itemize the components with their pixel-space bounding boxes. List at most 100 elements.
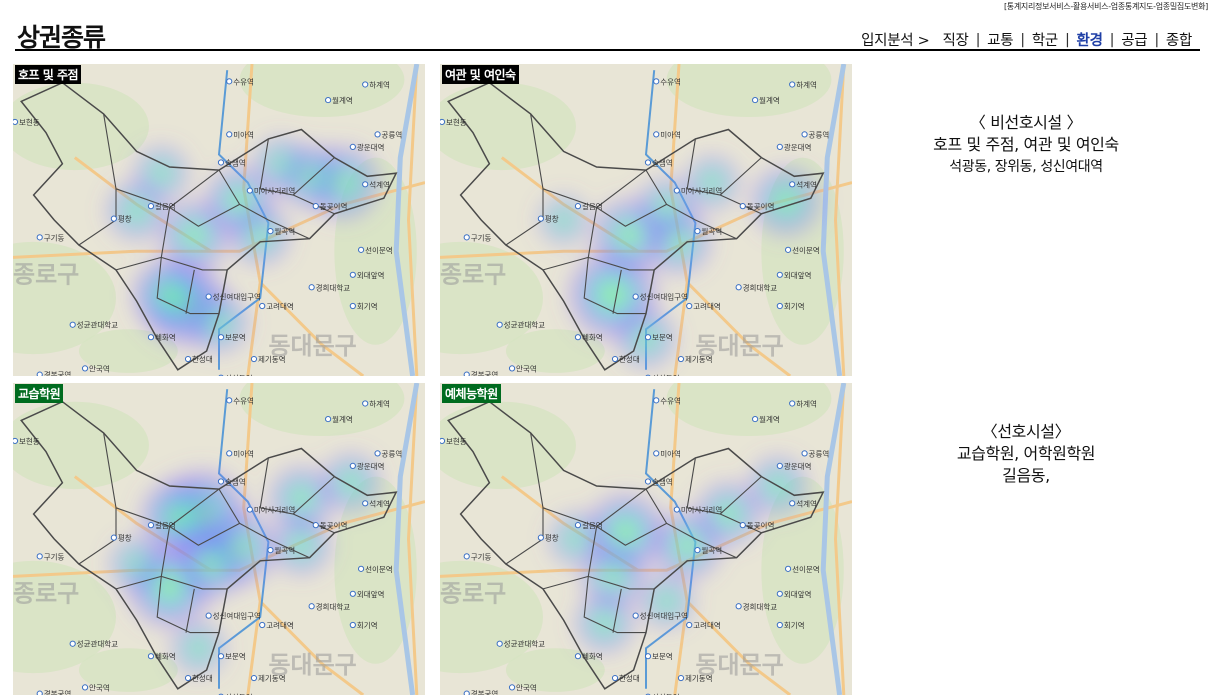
nav-item-environment[interactable]: 환경 [1070, 29, 1110, 50]
station-marker [326, 97, 331, 102]
place-label: 성신여대입구역 [213, 292, 261, 302]
place-label: 솔샘역 [225, 157, 246, 167]
place-label: 하계역 [369, 79, 390, 89]
place-label: 솔샘역 [652, 476, 673, 486]
place-label: 제기동역 [258, 673, 286, 683]
place-label: 미아사거리역 [681, 186, 722, 196]
place-label: 수유역 [660, 395, 681, 405]
place-label: 선이문역 [365, 564, 393, 574]
station-marker [37, 554, 42, 559]
place-label: 보현동 [446, 437, 467, 446]
station-marker [645, 654, 650, 659]
station-marker [218, 654, 223, 659]
map-canvas: 종로구동대문구수유역미아역솔샘역미아사거리역길음역월곡역성신여대입구역고려대역보… [13, 64, 425, 376]
place-label: 한성대 [192, 355, 213, 364]
place-label: 성균관대학교 [504, 320, 545, 330]
station-marker [227, 398, 232, 403]
station-marker [260, 622, 265, 627]
map-canvas: 종로구동대문구수유역미아역솔샘역미아사거리역길음역월곡역성신여대입구역고려대역보… [440, 383, 852, 695]
place-label: 돌곶이역 [747, 520, 775, 530]
place-label: 성신여대입구역 [640, 611, 688, 621]
station-marker [350, 144, 355, 149]
place-label: 한성대 [619, 355, 640, 364]
station-marker [111, 216, 116, 221]
place-label: 석계역 [796, 179, 817, 189]
place-label: 공릉역 [809, 129, 830, 139]
nav-item-school[interactable]: 학군 [1025, 29, 1065, 50]
place-label: 외대앞역 [784, 270, 812, 280]
place-label: 외대앞역 [784, 589, 812, 599]
station-marker [790, 401, 795, 406]
station-marker [350, 591, 355, 596]
place-label: 회기역 [784, 301, 805, 311]
station-marker [645, 479, 650, 484]
nav-item-overall[interactable]: 종합 [1159, 29, 1199, 50]
station-marker [309, 604, 314, 609]
station-marker [268, 229, 273, 234]
place-label: 솔샘역 [652, 157, 673, 167]
place-label: 혜화역 [155, 651, 176, 661]
station-marker [363, 82, 368, 87]
map-label: 호프 및 주점 [15, 65, 81, 84]
place-label: 미아사거리역 [254, 505, 295, 515]
station-marker [753, 97, 758, 102]
place-label: 보현동 [19, 437, 40, 446]
place-label: 안국역 [89, 363, 110, 373]
place-label: 길음역 [582, 201, 603, 211]
place-label: 보현동 [446, 118, 467, 127]
nav-item-supply[interactable]: 공급 [1114, 29, 1154, 50]
nav-item-work[interactable]: 직장 [935, 29, 975, 50]
density-blob [105, 532, 169, 596]
place-label: 미아사거리역 [681, 505, 722, 515]
place-label: 공릉역 [809, 448, 830, 458]
station-marker [777, 622, 782, 627]
place-label: 외대앞역 [357, 270, 385, 280]
place-label: 미아역 [660, 129, 681, 139]
place-label: 고려대역 [693, 301, 721, 311]
place-label: 미아사거리역 [254, 186, 295, 196]
place-label: 제기동역 [685, 354, 713, 364]
place-label: 길음역 [155, 201, 176, 211]
station-marker [695, 229, 700, 234]
station-marker [464, 372, 469, 376]
heatmap-arts-sports-academy: 종로구동대문구수유역미아역솔샘역미아사거리역길음역월곡역성신여대입구역고려대역보… [440, 383, 852, 695]
place-label: 경복궁역 [44, 370, 72, 376]
station-marker [375, 451, 380, 456]
place-label: 월곡역 [701, 545, 722, 555]
station-marker [736, 285, 741, 290]
place-label: 보문역 [652, 332, 673, 342]
station-marker [695, 548, 700, 553]
density-blob [130, 141, 194, 205]
place-label: 신설동역 [652, 373, 680, 376]
place-label: 월곡역 [701, 226, 722, 236]
map-label: 예체능학원 [442, 384, 501, 403]
place-label: 회기역 [357, 620, 378, 630]
station-marker [612, 675, 617, 680]
station-marker [185, 356, 190, 361]
station-marker [654, 79, 659, 84]
desc-line: 호프 및 주점, 여관 및 여인숙 [856, 134, 1196, 156]
station-marker [645, 375, 650, 376]
place-label: 선이문역 [792, 245, 820, 255]
place-label: 평창 [118, 533, 132, 543]
nav-item-traffic[interactable]: 교통 [980, 29, 1020, 50]
station-marker [206, 294, 211, 299]
station-marker [538, 535, 543, 540]
station-marker [440, 438, 445, 443]
station-marker [363, 501, 368, 506]
station-marker [375, 132, 380, 137]
station-marker [70, 322, 75, 327]
station-marker [790, 82, 795, 87]
place-label: 고려대역 [693, 620, 721, 630]
place-label: 광운대역 [357, 142, 385, 152]
place-label: 구기동 [471, 552, 492, 561]
place-label: 경복궁역 [471, 370, 499, 376]
station-marker [350, 463, 355, 468]
station-marker [777, 272, 782, 277]
station-marker [464, 554, 469, 559]
place-label: 공릉역 [382, 448, 403, 458]
station-marker [111, 535, 116, 540]
station-marker [674, 507, 679, 512]
desc-line: 교습학원, 어학원학원 [856, 443, 1196, 465]
place-label: 수유역 [233, 395, 254, 405]
